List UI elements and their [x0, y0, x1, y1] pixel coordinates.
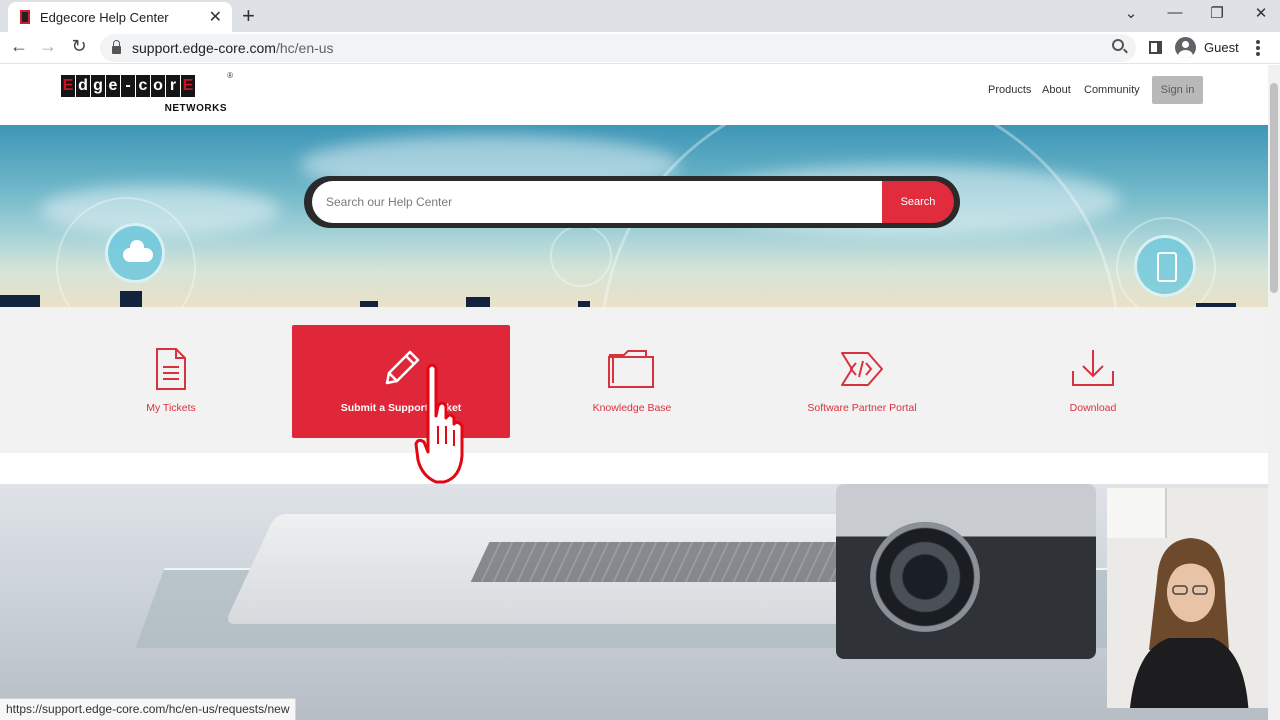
- card-label: My Tickets: [146, 402, 196, 414]
- close-tab-icon[interactable]: ✕: [209, 7, 222, 27]
- close-window-icon[interactable]: ✕: [1249, 4, 1273, 22]
- skyline-building: [120, 291, 142, 307]
- logo-letter: E: [181, 75, 195, 97]
- url-text: support.edge-core.com/hc/en-us: [132, 40, 334, 56]
- url-path: /hc/en-us: [275, 40, 334, 56]
- logo-letter: -: [121, 75, 135, 97]
- zoom-icon[interactable]: [1112, 39, 1124, 51]
- logo-letter: r: [166, 75, 180, 97]
- network-ring: [550, 225, 612, 287]
- sign-in-button[interactable]: Sign in: [1152, 76, 1203, 104]
- browser-toolbar: ← → ↻ support.edge-core.com/hc/en-us: [0, 32, 1280, 64]
- code-icon: [841, 352, 883, 386]
- skyline-building: [0, 295, 40, 307]
- webcam-overlay: [1107, 488, 1270, 708]
- logo-letter: o: [151, 75, 165, 97]
- restore-icon[interactable]: ❐: [1205, 4, 1229, 22]
- card-download[interactable]: Download: [984, 325, 1202, 438]
- nav-products[interactable]: Products: [988, 84, 1031, 96]
- document-icon: [156, 348, 186, 390]
- camera-lens: [870, 522, 980, 632]
- tab-search-chevron-icon[interactable]: ⌄: [1119, 4, 1143, 22]
- edgecore-logo[interactable]: Edge-corE NETWORKS ®: [61, 71, 233, 119]
- search-button[interactable]: Search: [882, 181, 954, 223]
- presenter-video: [1129, 538, 1249, 708]
- url-host: support.edge-core.com: [132, 40, 276, 56]
- new-tab-icon[interactable]: +: [242, 3, 255, 29]
- forward-icon[interactable]: →: [37, 36, 59, 57]
- quick-links: My Tickets Submit a Support Ticket Knowl…: [0, 307, 1268, 453]
- card-submit-ticket[interactable]: Submit a Support Ticket: [292, 325, 510, 438]
- avatar-icon: [1175, 37, 1196, 58]
- logo-letter: E: [61, 75, 75, 97]
- profile-button[interactable]: Guest: [1175, 37, 1239, 58]
- page-scrollbar[interactable]: [1268, 65, 1280, 720]
- card-label: Download: [1069, 402, 1117, 414]
- help-center-search: Search: [304, 176, 960, 228]
- logo-letter: c: [136, 75, 150, 97]
- registered-mark-icon: ®: [227, 71, 233, 80]
- address-bar[interactable]: support.edge-core.com/hc/en-us: [100, 34, 1136, 62]
- nav-community[interactable]: Community: [1084, 84, 1140, 96]
- tab-title: Edgecore Help Center: [40, 9, 169, 25]
- cloud-node: [105, 223, 165, 283]
- card-label: Submit a Support Ticket: [340, 402, 462, 414]
- keyboard-image: [470, 542, 880, 582]
- browser-tab[interactable]: Edgecore Help Center ✕: [8, 2, 232, 32]
- card-label: Software Partner Portal: [807, 402, 917, 414]
- folder-icon: [608, 350, 654, 388]
- minimize-icon[interactable]: —: [1163, 4, 1187, 21]
- skyline-building: [466, 297, 490, 307]
- logo-letters: Edge-corE: [61, 75, 233, 97]
- card-software-partner-portal[interactable]: Software Partner Portal: [753, 325, 971, 438]
- background-photo: [0, 484, 1268, 720]
- cloud-icon: [123, 240, 153, 262]
- download-icon: [1072, 350, 1114, 386]
- tablet-icon: [1157, 252, 1177, 282]
- card-knowledge-base[interactable]: Knowledge Base: [523, 325, 741, 438]
- nav-about[interactable]: About: [1042, 84, 1071, 96]
- hand-cursor-icon: [414, 363, 464, 484]
- profile-label: Guest: [1204, 40, 1239, 55]
- site-favicon-icon: [20, 10, 30, 24]
- reload-icon[interactable]: ↻: [68, 36, 90, 57]
- logo-subtitle: NETWORKS: [164, 103, 227, 114]
- logo-letter: d: [76, 75, 90, 97]
- logo-letter: e: [106, 75, 120, 97]
- browser-tab-strip: Edgecore Help Center ✕ + ⌄ — ❐ ✕: [0, 0, 1280, 32]
- logo-letter: g: [91, 75, 105, 97]
- card-my-tickets[interactable]: My Tickets: [62, 325, 280, 438]
- lock-icon: [112, 40, 121, 54]
- browser-menu-icon[interactable]: [1256, 40, 1260, 58]
- side-panel-icon[interactable]: [1149, 41, 1162, 54]
- link-status-bar: https://support.edge-core.com/hc/en-us/r…: [0, 698, 297, 720]
- card-label: Knowledge Base: [592, 402, 672, 414]
- scrollbar-thumb[interactable]: [1270, 83, 1278, 293]
- back-icon[interactable]: ←: [8, 36, 30, 57]
- web-page: Edge-corE NETWORKS ® Products About Comm…: [0, 65, 1268, 720]
- search-input[interactable]: [312, 181, 882, 223]
- tablet-node: [1134, 235, 1196, 297]
